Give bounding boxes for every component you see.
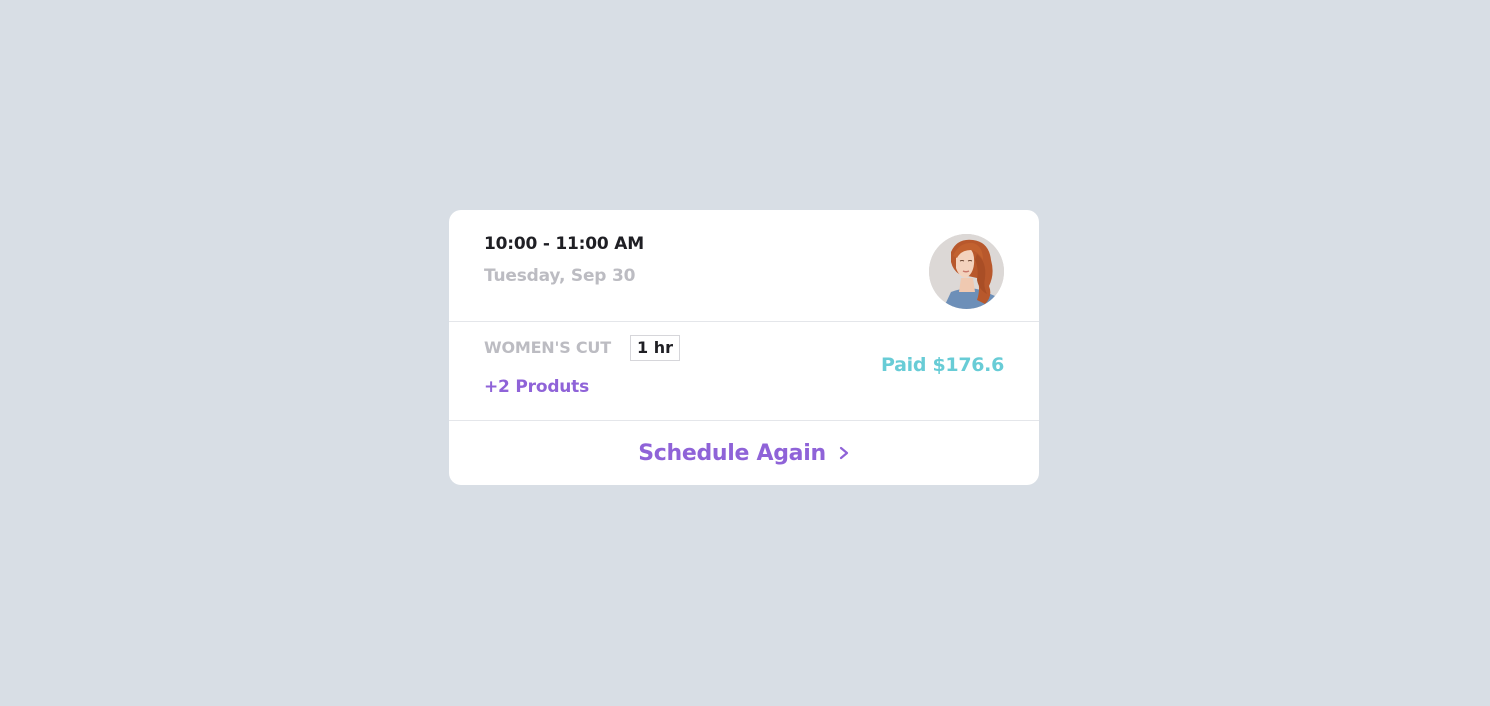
schedule-again-label: Schedule Again xyxy=(638,440,826,466)
service-name: WOMEN'S CUT xyxy=(484,338,611,357)
stylist-avatar[interactable] xyxy=(929,234,1004,309)
avatar-photo xyxy=(929,234,1004,309)
appointment-header: 10:00 - 11:00 AM Tuesday, Sep 30 xyxy=(449,210,1039,322)
appointment-date: Tuesday, Sep 30 xyxy=(484,266,636,286)
products-link[interactable]: +2 Produts xyxy=(484,377,589,397)
service-details: WOMEN'S CUT 1 hr +2 Produts Paid $176.6 xyxy=(449,322,1039,421)
appointment-card: 10:00 - 11:00 AM Tuesday, Sep 30 WOMEN'S… xyxy=(449,210,1039,485)
appointment-time: 10:00 - 11:00 AM xyxy=(484,234,644,254)
chevron-right-icon xyxy=(839,446,848,460)
schedule-again-button[interactable]: Schedule Again xyxy=(449,421,1039,485)
paid-amount: Paid $176.6 xyxy=(881,354,1004,376)
duration-badge: 1 hr xyxy=(630,335,680,361)
